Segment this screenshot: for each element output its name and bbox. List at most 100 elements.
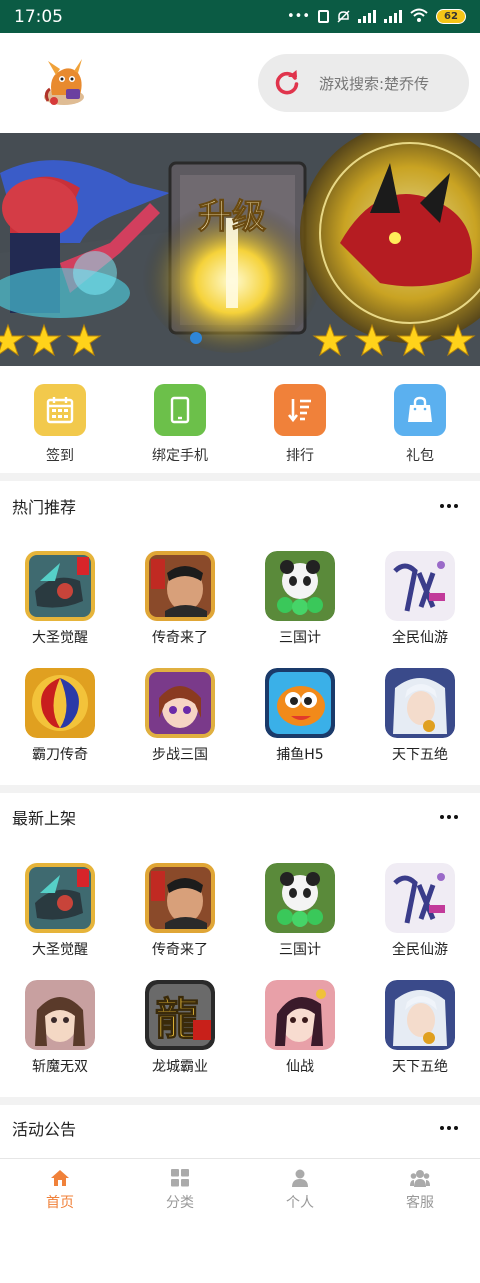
game-item[interactable]: 全民仙游 — [360, 551, 480, 668]
sim-icon — [318, 10, 329, 23]
nav-item-profile[interactable]: 个人 — [240, 1159, 360, 1218]
game-item[interactable]: 捕鱼H5 — [240, 668, 360, 785]
more-icon[interactable] — [440, 1126, 458, 1130]
game-icon-tianxia[interactable] — [385, 668, 455, 738]
game-name: 传奇来了 — [152, 630, 208, 646]
game-item[interactable]: 天下五绝 — [360, 980, 480, 1097]
game-icon-tianxia[interactable] — [385, 980, 455, 1050]
game-name: 传奇来了 — [152, 942, 208, 958]
game-name: 仙战 — [286, 1059, 314, 1075]
game-icon-sanguoji[interactable] — [265, 551, 335, 621]
grid-icon[interactable] — [170, 1169, 190, 1187]
signal-icon-2 — [384, 10, 402, 23]
section-divider — [0, 473, 480, 481]
section-title: 热门推荐 — [12, 498, 77, 517]
game-icon-chuanqi[interactable] — [145, 551, 215, 621]
banner-image: 升级 — [0, 133, 480, 366]
game-item[interactable]: 三国计 — [240, 863, 360, 980]
game-item[interactable]: 传奇来了 — [120, 551, 240, 668]
mute-icon — [337, 10, 350, 23]
nav-label: 个人 — [286, 1195, 314, 1211]
hot-games-grid: 大圣觉醒 传奇来了 三国计 全民仙游 霸刀传奇 步战三国 捕鱼H5 天下五绝 — [0, 551, 480, 785]
person-icon[interactable] — [290, 1169, 310, 1187]
carousel-indicator[interactable] — [190, 332, 202, 344]
game-name: 大圣觉醒 — [32, 630, 88, 646]
svg-text:龍: 龍 — [155, 994, 199, 1045]
more-icon[interactable] — [440, 504, 458, 508]
game-icon-buzhan[interactable] — [145, 668, 215, 738]
game-name: 全民仙游 — [392, 942, 448, 958]
game-item[interactable]: 三国计 — [240, 551, 360, 668]
newest-games-grid: 大圣觉醒 传奇来了 三国计 全民仙游 斩魔无双 龍 龙城霸业 仙战 天下五绝 — [0, 863, 480, 1097]
section-title: 最新上架 — [12, 809, 77, 828]
quick-item-checkin[interactable]: 签到 — [0, 366, 120, 473]
quick-label: 签到 — [46, 448, 74, 464]
game-item[interactable]: 霸刀传奇 — [0, 668, 120, 785]
section-header-newest: 最新上架 — [0, 792, 480, 842]
game-name: 三国计 — [279, 942, 321, 958]
nav-label: 分类 — [166, 1195, 194, 1211]
game-name: 斩魔无双 — [32, 1059, 88, 1075]
game-item[interactable]: 步战三国 — [120, 668, 240, 785]
quick-label: 礼包 — [406, 448, 434, 464]
game-item[interactable]: 斩魔无双 — [0, 980, 120, 1097]
nav-item-service[interactable]: 客服 — [360, 1159, 480, 1218]
nav-label: 首页 — [46, 1195, 74, 1211]
game-icon-chuanqi[interactable] — [145, 863, 215, 933]
section-header-activity: 活动公告 — [0, 1103, 480, 1153]
game-name: 三国计 — [279, 630, 321, 646]
status-icons: ••• 62 — [287, 8, 466, 26]
quick-item-gift[interactable]: 礼包 — [360, 366, 480, 473]
more-dots: ••• — [286, 9, 310, 24]
search-placeholder[interactable]: 游戏搜索:楚乔传 — [319, 73, 429, 94]
game-icon-buyu[interactable] — [265, 668, 335, 738]
game-icon-xianzhan[interactable] — [265, 980, 335, 1050]
ranking-icon[interactable] — [274, 384, 326, 436]
wifi-icon — [410, 8, 428, 26]
header: 游戏搜索:楚乔传 — [0, 33, 480, 133]
nav-item-home[interactable]: 首页 — [0, 1159, 120, 1218]
game-item[interactable]: 传奇来了 — [120, 863, 240, 980]
section-title: 活动公告 — [12, 1120, 77, 1139]
game-item[interactable]: 大圣觉醒 — [0, 551, 120, 668]
game-name: 龙城霸业 — [152, 1059, 208, 1075]
nav-item-category[interactable]: 分类 — [120, 1159, 240, 1218]
calendar-icon[interactable] — [34, 384, 86, 436]
more-icon[interactable] — [440, 815, 458, 819]
search-box[interactable]: 游戏搜索:楚乔传 — [258, 54, 469, 112]
game-item[interactable]: 龍 龙城霸业 — [120, 980, 240, 1097]
quick-label: 绑定手机 — [152, 448, 208, 464]
game-icon-quanmin[interactable] — [385, 863, 455, 933]
status-time: 17:05 — [14, 6, 63, 27]
game-name: 步战三国 — [152, 747, 208, 763]
game-item[interactable]: 全民仙游 — [360, 863, 480, 980]
game-icon-badao[interactable] — [25, 668, 95, 738]
game-item[interactable]: 大圣觉醒 — [0, 863, 120, 980]
game-item[interactable]: 天下五绝 — [360, 668, 480, 785]
game-icon-dasheng[interactable] — [25, 551, 95, 621]
game-icon-quanmin[interactable] — [385, 551, 455, 621]
home-icon[interactable] — [50, 1169, 70, 1187]
status-bar: 17:05 ••• 62 — [0, 0, 480, 33]
game-name: 捕鱼H5 — [276, 747, 324, 763]
battery-icon: 62 — [436, 9, 466, 24]
quick-item-bind-phone[interactable]: 绑定手机 — [120, 366, 240, 473]
section-header-hot: 热门推荐 — [0, 481, 480, 531]
game-icon-dasheng[interactable] — [25, 863, 95, 933]
gift-bag-icon[interactable] — [394, 384, 446, 436]
signal-icon — [358, 10, 376, 23]
banner-carousel[interactable]: 升级 — [0, 133, 480, 366]
game-item[interactable]: 仙战 — [240, 980, 360, 1097]
group-icon[interactable] — [410, 1169, 430, 1187]
refresh-icon[interactable] — [274, 70, 300, 96]
game-name: 大圣觉醒 — [32, 942, 88, 958]
game-icon-zhanmo[interactable] — [25, 980, 95, 1050]
phone-icon[interactable] — [154, 384, 206, 436]
game-icon-longcheng[interactable]: 龍 — [145, 980, 215, 1050]
quick-label: 排行 — [286, 448, 314, 464]
game-icon-sanguoji[interactable] — [265, 863, 335, 933]
app-logo[interactable] — [40, 55, 90, 111]
quick-item-ranking[interactable]: 排行 — [240, 366, 360, 473]
nav-label: 客服 — [406, 1195, 434, 1211]
game-name: 全民仙游 — [392, 630, 448, 646]
